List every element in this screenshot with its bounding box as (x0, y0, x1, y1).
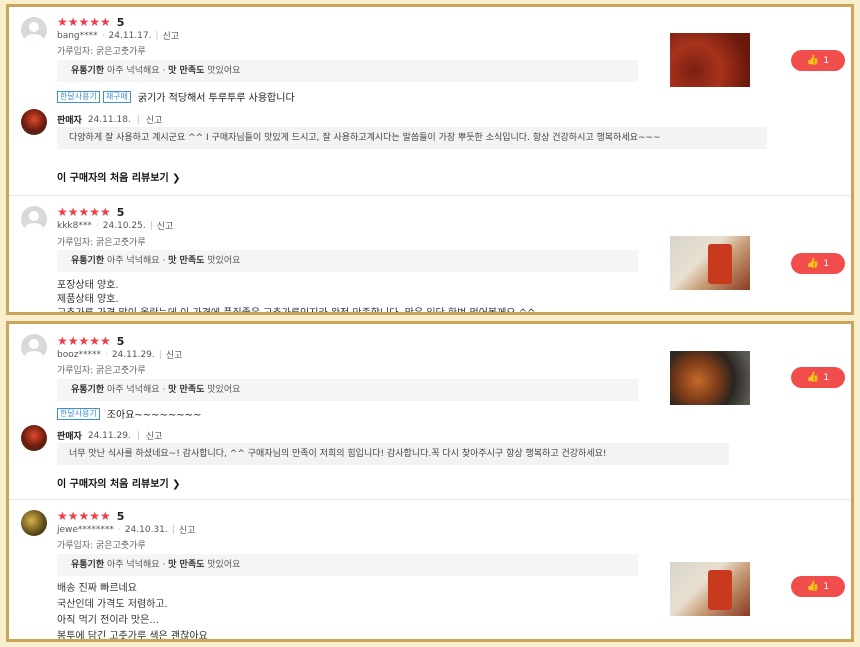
like-button[interactable]: 👍 1 (791, 576, 845, 597)
like-count: 1 (823, 258, 830, 269)
report-link[interactable]: 신고 (157, 219, 174, 232)
rating: ★★★★★ 5 (57, 334, 124, 348)
seller-name: 판매자 (57, 116, 82, 126)
review-chips: 한달사용기 재구매 굵기가 적당해서 투루투루 사용합니다 (57, 89, 295, 104)
review-item: ★★★★★ 5 booz***** · 24.11.29. | 신고 가루입자:… (9, 324, 851, 500)
seller-reply-date: 24.11.29. (87, 430, 131, 441)
review-date: 24.11.17. (108, 30, 152, 41)
review-panel-1: ★★★★★ 5 bang**** · 24.11.17. | 신고 가루입자: … (6, 4, 854, 315)
report-link[interactable]: 신고 (163, 29, 180, 42)
rating-score: 5 (116, 509, 125, 523)
thumbs-up-icon: 👍 (806, 372, 820, 383)
review-text: 조아요~~~~~~~~ (106, 410, 202, 421)
seller-reply: 다양하게 잘 사용하고 계시군요 ^^ I 구매자님들이 맛있게 드시고, 잘 … (57, 127, 767, 149)
reviewer-id: jewe******** (57, 524, 114, 535)
seller-reply-header: 판매자 24.11.18. | 신고 (57, 113, 163, 127)
rating: ★★★★★ 5 (57, 205, 124, 219)
star-rating-icon: ★★★★★ (57, 509, 111, 523)
review-tag-summary: 유통기한 아주 넉넉해요 · 맛 만족도 맛있어요 (57, 554, 638, 576)
review-item: ★★★★★ 5 bang**** · 24.11.17. | 신고 가루입자: … (9, 7, 851, 196)
chip-repurchase: 재구매 (102, 90, 131, 103)
review-tag-summary: 유통기한 아주 넉넉해요 · 맛 만족도 맛있어요 (57, 379, 638, 401)
review-body: 포장상태 양호. 제품상태 양호. 고추가루 가격 많이 올랐는데 이 가격에 … (57, 280, 536, 315)
review-item: ★★★★★ 5 kkk8*** · 24.10.25. | 신고 가루입자: 굵… (9, 196, 851, 315)
review-meta: booz***** · 24.11.29. | 신고 (57, 348, 183, 362)
review-chips: 한달사용기 조아요~~~~~~~~ (57, 406, 201, 421)
like-count: 1 (823, 372, 830, 383)
first-review-link[interactable]: 이 구매자의 처음 리뷰보기 ❯ (57, 475, 181, 490)
avatar (21, 334, 47, 360)
like-button[interactable]: 👍 1 (791, 253, 845, 274)
thumbs-up-icon: 👍 (806, 55, 820, 66)
review-date: 24.10.25. (102, 220, 146, 231)
review-photo[interactable] (670, 351, 750, 405)
seller-name: 판매자 (57, 432, 82, 442)
first-review-link[interactable]: 이 구매자의 처음 리뷰보기 ❯ (57, 169, 181, 184)
like-button[interactable]: 👍 1 (791, 50, 845, 71)
review-item: ★★★★★ 5 jewe******** · 24.10.31. | 신고 가루… (9, 500, 851, 642)
review-date: 24.10.31. (124, 524, 168, 535)
seller-reply-date: 24.11.18. (87, 114, 131, 125)
seller-avatar (21, 109, 47, 135)
thumbs-up-icon: 👍 (806, 581, 820, 592)
avatar (21, 206, 47, 232)
like-count: 1 (823, 55, 830, 66)
star-rating-icon: ★★★★★ (57, 15, 111, 29)
review-photo[interactable] (670, 562, 750, 616)
star-rating-icon: ★★★★★ (57, 334, 111, 348)
report-link[interactable]: 신고 (146, 113, 163, 126)
report-link[interactable]: 신고 (166, 348, 183, 361)
review-meta: kkk8*** · 24.10.25. | 신고 (57, 219, 174, 233)
purchase-option: 가루입자: 굵은고춧가루 (57, 366, 146, 376)
reviewer-id: bang**** (57, 30, 98, 41)
review-photo[interactable] (670, 236, 750, 290)
rating: ★★★★★ 5 (57, 15, 124, 29)
review-photo[interactable] (670, 33, 750, 87)
reviewer-id: booz***** (57, 349, 101, 360)
rating: ★★★★★ 5 (57, 509, 124, 523)
review-panel-2: ★★★★★ 5 booz***** · 24.11.29. | 신고 가루입자:… (6, 321, 854, 642)
reviewer-id: kkk8*** (57, 220, 92, 231)
seller-reply: 너무 맛난 식사를 하셨네요~! 감사합니다, ^^ 구매자님의 만족이 저희의… (57, 443, 729, 465)
report-link[interactable]: 신고 (179, 523, 196, 536)
like-button[interactable]: 👍 1 (791, 367, 845, 388)
rating-score: 5 (116, 334, 125, 348)
chip-month-use: 한달사용기 (57, 90, 100, 103)
thumbs-up-icon: 👍 (806, 258, 820, 269)
seller-avatar (21, 425, 47, 451)
rating-score: 5 (116, 205, 125, 219)
purchase-option: 가루입자: 굵은고춧가루 (57, 238, 146, 248)
chevron-right-icon: ❯ (172, 173, 181, 184)
review-meta: jewe******** · 24.10.31. | 신고 (57, 523, 196, 537)
review-body: 배송 진짜 빠르네요 국산인데 가격도 저렴하고. 아직 먹기 전이라 맛은..… (57, 583, 208, 642)
rating-score: 5 (116, 15, 125, 29)
chip-month-use: 한달사용기 (57, 407, 100, 420)
avatar (21, 17, 47, 43)
like-count: 1 (823, 581, 830, 592)
review-date: 24.11.29. (111, 349, 155, 360)
star-rating-icon: ★★★★★ (57, 205, 111, 219)
avatar (21, 510, 47, 536)
review-text: 굵기가 적당해서 투루투루 사용합니다 (137, 93, 295, 104)
seller-reply-header: 판매자 24.11.29. | 신고 (57, 429, 163, 443)
report-link[interactable]: 신고 (146, 429, 163, 442)
review-tag-summary: 유통기한 아주 넉넉해요 · 맛 만족도 맛있어요 (57, 60, 638, 82)
purchase-option: 가루입자: 굵은고춧가루 (57, 541, 146, 551)
chevron-right-icon: ❯ (172, 479, 181, 490)
purchase-option: 가루입자: 굵은고춧가루 (57, 47, 146, 57)
review-tag-summary: 유통기한 아주 넉넉해요 · 맛 만족도 맛있어요 (57, 250, 638, 272)
review-meta: bang**** · 24.11.17. | 신고 (57, 29, 180, 43)
